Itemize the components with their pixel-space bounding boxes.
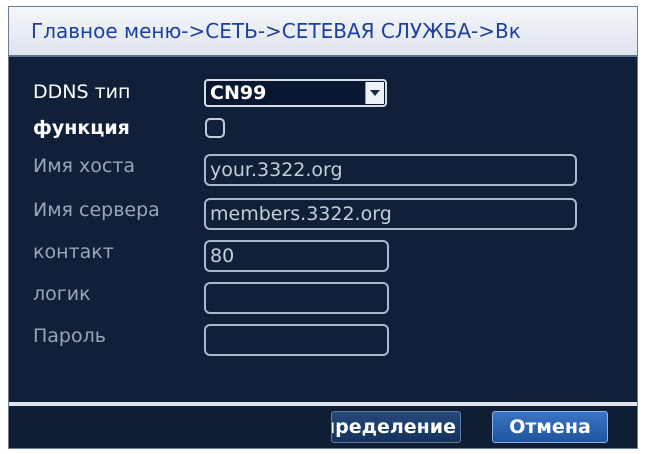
hostname-input[interactable]: your.3322.org (204, 154, 577, 186)
password-input[interactable] (204, 324, 389, 356)
ddns-type-label: DDNS тип (33, 81, 131, 103)
login-input[interactable] (204, 282, 389, 314)
breadcrumb-title: Главное меню->СЕТЬ->СЕТЕВАЯ СЛУЖБА->Вк (31, 19, 521, 43)
function-checkbox[interactable] (205, 118, 225, 138)
button-bar: определение Отмена (9, 406, 637, 448)
ddns-type-value: CN99 (210, 82, 267, 104)
password-label: Пароль (33, 325, 106, 347)
server-label: Имя сервера (33, 199, 160, 221)
ok-button[interactable]: определение (331, 411, 461, 443)
ddns-form: DDNS тип CN99 функция Имя хоста your.332… (9, 57, 637, 402)
ddns-type-select[interactable]: CN99 (204, 79, 387, 107)
port-input[interactable]: 80 (204, 240, 389, 272)
login-label: логик (33, 283, 91, 305)
port-label: контакт (33, 241, 114, 263)
cancel-button[interactable]: Отмена (492, 411, 608, 443)
function-label: функция (33, 117, 130, 139)
server-input[interactable]: members.3322.org (204, 198, 577, 230)
ddns-dialog: Главное меню->СЕТЬ->СЕТЕВАЯ СЛУЖБА->Вк D… (8, 6, 638, 449)
hostname-label: Имя хоста (33, 155, 136, 177)
title-bar: Главное меню->СЕТЬ->СЕТЕВАЯ СЛУЖБА->Вк (9, 7, 637, 57)
chevron-down-icon[interactable] (365, 82, 384, 104)
ok-button-label: определение (332, 416, 456, 438)
